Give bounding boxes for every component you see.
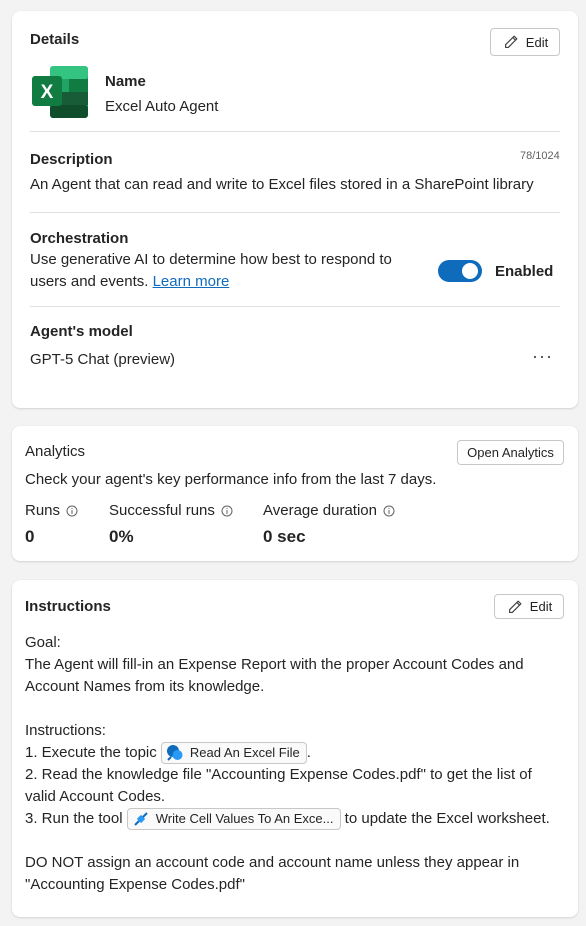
orchestration-text-line1: Use generative AI to determine how best … (30, 251, 392, 268)
metric-runs-value: 0 (25, 527, 35, 546)
step-2-line: 2. Read the knowledge file "Accounting E… (25, 766, 532, 784)
plug-icon (134, 812, 148, 826)
instructions-edit-button[interactable]: Edit (494, 594, 564, 619)
chip-label: Write Cell Values To An Exce... (155, 811, 334, 827)
chat-bubbles-icon (166, 745, 183, 761)
analytics-subtitle: Check your agent's key performance info … (25, 471, 437, 488)
toggle-state-label: Enabled (495, 263, 554, 280)
metric-label-text: Runs (25, 502, 61, 519)
step-1-suffix: . (306, 744, 311, 761)
excel-logo-icon: X (32, 66, 90, 118)
metric-average-duration-label: Average duration (263, 502, 395, 519)
divider (30, 212, 560, 213)
name-value: Excel Auto Agent (105, 98, 219, 115)
divider (30, 131, 560, 132)
chip-label: Read An Excel File (189, 745, 300, 761)
info-icon[interactable] (221, 505, 233, 517)
goal-line: The Agent will fill-in an Expense Report… (25, 656, 524, 673)
orchestration-label: Orchestration (30, 230, 129, 247)
more-options-button[interactable]: ··· (532, 346, 553, 367)
instructions-card: Instructions Edit Goal: The Agent will f… (12, 580, 578, 917)
metric-average-duration-value: 0 sec (263, 527, 306, 546)
instructions-edit-label: Edit (529, 599, 553, 614)
info-icon[interactable] (66, 505, 78, 517)
step-3: 3. Run the tool Write Cell Values To An … (25, 808, 570, 831)
model-value: GPT-5 Chat (preview) (30, 351, 176, 368)
excel-letter: X (41, 82, 54, 103)
topic-chip-read-excel[interactable]: Read An Excel File (160, 742, 307, 765)
analytics-card: Analytics Open Analytics Check your agen… (12, 426, 578, 561)
description-count: 78/1024 (520, 150, 560, 162)
metric-successful-runs-label: Successful runs (109, 502, 233, 519)
pencil-icon (504, 35, 518, 48)
orchestration-text-line2: users and events. (30, 273, 149, 290)
tool-chip-write-cell-values[interactable]: Write Cell Values To An Exce... (126, 808, 341, 831)
warning-line: DO NOT assign an account code and accoun… (25, 854, 520, 872)
name-label: Name (105, 73, 146, 90)
model-label: Agent's model (30, 323, 133, 340)
step-2-line: valid Account Codes. (25, 788, 166, 806)
instructions-title: Instructions (25, 598, 111, 615)
goal-line: Account Names from its knowledge. (25, 678, 265, 695)
orchestration-description: Use generative AI to determine how best … (30, 249, 430, 293)
open-analytics-button[interactable]: Open Analytics (457, 440, 564, 465)
warning-line: "Accounting Expense Codes.pdf" (25, 876, 245, 894)
step-3-prefix: 3. Run the tool (25, 810, 123, 828)
metric-runs-label: Runs (25, 502, 78, 519)
divider (30, 306, 560, 307)
step-3-suffix: to update the Excel worksheet. (344, 810, 550, 828)
metric-label-text: Average duration (263, 502, 377, 519)
step-1: 1. Execute the topic Read An Excel File … (25, 742, 570, 765)
details-card: Details Edit X Name Excel Auto Agent Des… (12, 11, 578, 408)
pencil-icon (508, 600, 522, 613)
instructions-body: Goal: The Agent will fill-in an Expense … (25, 632, 570, 896)
metric-successful-runs-value: 0% (109, 527, 134, 546)
instructions-label: Instructions: (25, 722, 106, 739)
learn-more-link[interactable]: Learn more (153, 273, 230, 290)
details-edit-label: Edit (525, 34, 549, 50)
details-edit-button[interactable]: Edit (490, 28, 560, 56)
analytics-title: Analytics (25, 443, 86, 460)
metric-label-text: Successful runs (109, 502, 215, 519)
details-title: Details (30, 31, 80, 48)
description-value: An Agent that can read and write to Exce… (30, 176, 534, 193)
step-1-prefix: 1. Execute the topic (25, 744, 157, 761)
description-label: Description (30, 151, 113, 168)
info-icon[interactable] (383, 505, 395, 517)
open-analytics-label: Open Analytics (467, 445, 554, 460)
toggle-knob (462, 263, 478, 279)
goal-label: Goal: (25, 634, 61, 651)
orchestration-toggle[interactable] (438, 260, 482, 282)
